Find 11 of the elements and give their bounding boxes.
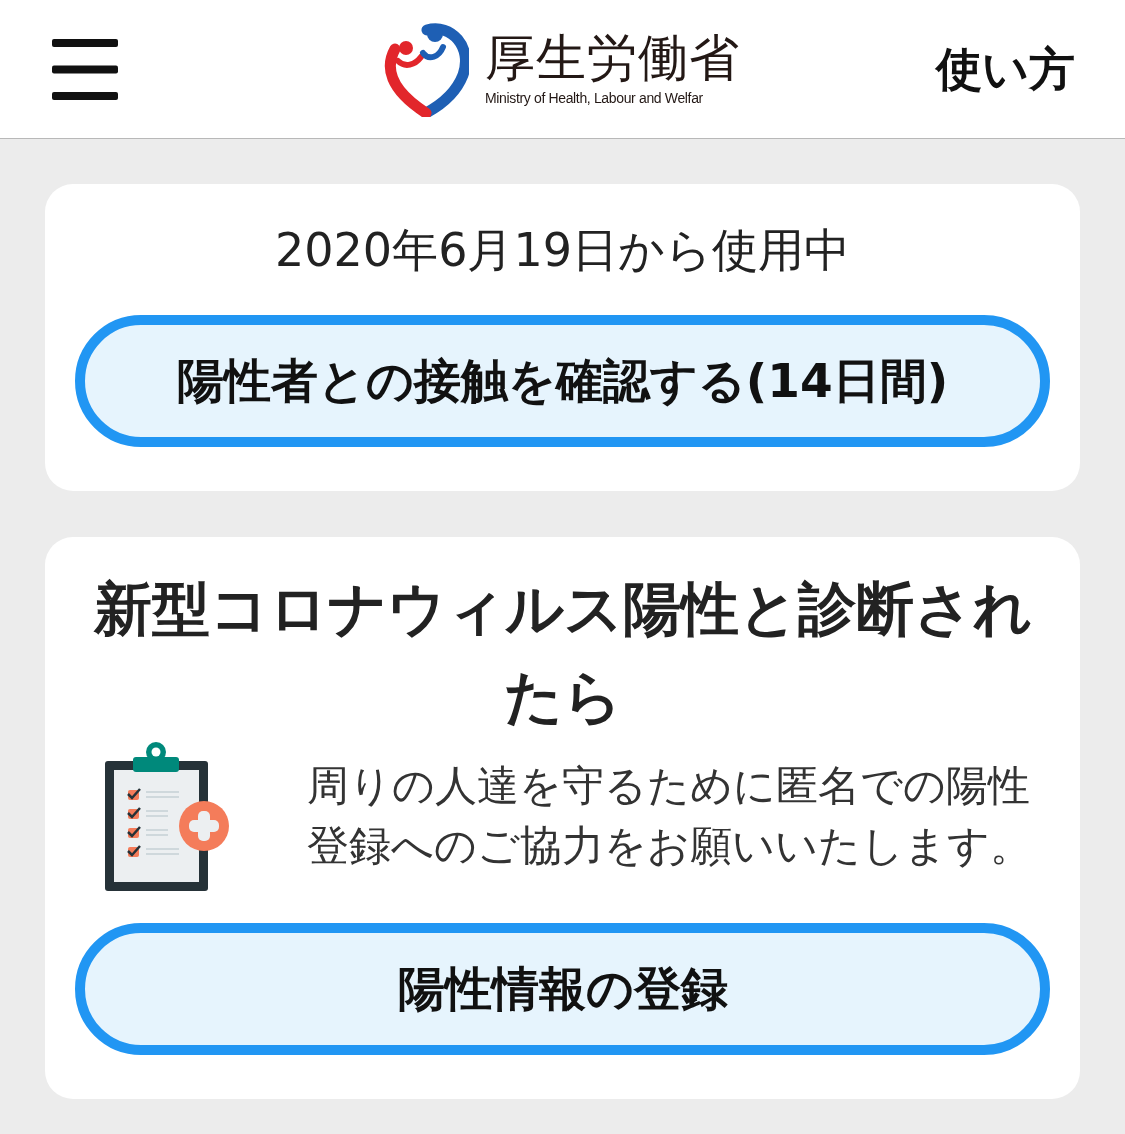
usage-since-text: 2020年6月19日から使用中 <box>274 222 851 279</box>
check-contacts-button[interactable]: 陽性者との接触を確認する(14日間) <box>75 315 1050 447</box>
logo-subtitle: Ministry of Health, Labour and Welfar <box>485 91 704 105</box>
clipboard-icon <box>105 741 230 891</box>
how-to-use-link[interactable]: 使い方 <box>936 43 1075 95</box>
heart-logo-icon <box>383 21 469 117</box>
menu-icon[interactable] <box>52 38 118 100</box>
logo-title: 厚生労働省 <box>485 33 740 83</box>
card-title: 新型コロナウィルス陽性と診断されたら <box>92 574 1033 733</box>
request-message: 周りの人達を守るために匿名での陽性登録へのご協力をお願いいたします。 <box>307 760 1033 872</box>
register-positive-button[interactable]: 陽性情報の登録 <box>75 923 1050 1055</box>
